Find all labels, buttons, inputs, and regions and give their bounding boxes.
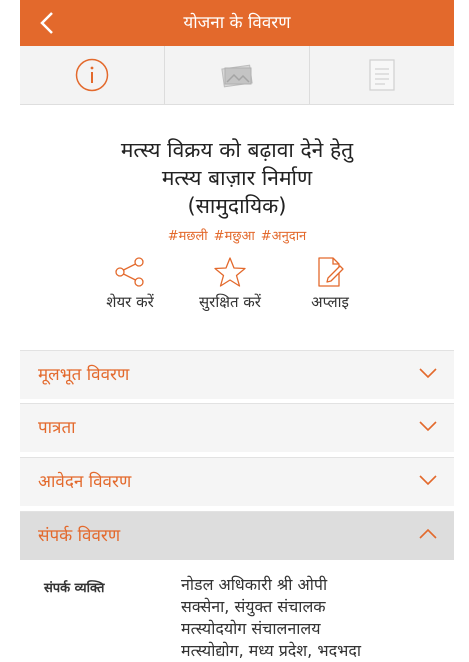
- accordion-contact-details[interactable]: संपर्क विवरण: [20, 511, 454, 560]
- contact-value-line: मत्स्योदयोग संचालनालय: [181, 619, 321, 638]
- chevron-down-icon: [419, 475, 437, 486]
- accordion-label: संपर्क विवरण: [38, 526, 121, 546]
- info-icon: [75, 58, 109, 92]
- page-title: योजना के विवरण: [183, 13, 291, 33]
- scheme-title-block: मत्स्य विक्रय को बढ़ावा देने हेतु मत्स्य…: [20, 136, 454, 244]
- star-icon: [214, 257, 246, 287]
- hashtag[interactable]: #अनुदान: [261, 226, 307, 244]
- save-label: सुरक्षित करें: [199, 293, 261, 311]
- top-app-bar: योजना के विवरण: [20, 0, 454, 46]
- share-label: शेयर करें: [106, 293, 154, 311]
- chevron-down-icon: [419, 421, 437, 432]
- save-button[interactable]: सुरक्षित करें: [180, 256, 280, 312]
- image-icon: [221, 64, 253, 88]
- hashtag-list: #मछली #मछुआ #अनुदान: [20, 226, 454, 244]
- apply-label: अप्लाइ: [311, 293, 349, 311]
- accordion-application-details[interactable]: आवेदन विवरण: [20, 457, 454, 506]
- apply-button[interactable]: अप्लाइ: [280, 256, 380, 312]
- chevron-down-icon: [419, 368, 437, 379]
- scheme-title-line: (सामुदायिक): [187, 194, 287, 218]
- accordion-label: पात्रता: [38, 418, 76, 438]
- hashtag[interactable]: #मछुआ: [214, 226, 255, 244]
- tab-bar: [20, 46, 454, 105]
- accordion-label: आवेदन विवरण: [38, 472, 132, 492]
- share-button[interactable]: शेयर करें: [80, 256, 180, 312]
- share-icon: [115, 257, 144, 287]
- tab-images[interactable]: [164, 46, 309, 104]
- action-row: शेयर करें सुरक्षित करें अप्लाइ: [80, 256, 380, 312]
- accordion-eligibility[interactable]: पात्रता: [20, 403, 454, 452]
- contact-value-line: सक्सेना, संयुक्त संचालक: [181, 597, 326, 616]
- hashtag[interactable]: #मछली: [168, 226, 208, 244]
- contact-person-label: संपर्क व्यक्ति: [44, 581, 105, 596]
- accordion-label: मूलभूत विवरण: [38, 365, 130, 385]
- tab-info[interactable]: [20, 46, 164, 104]
- chevron-up-icon: [419, 528, 437, 539]
- edit-document-icon: [318, 257, 344, 287]
- contact-value-line: नोडल अधिकारी श्री ओपी: [181, 575, 328, 594]
- contact-value-line: मत्स्योद्योग, मध्य प्रदेश, भदभदा: [181, 641, 361, 660]
- scheme-title-line: मत्स्य विक्रय को बढ़ावा देने हेतु: [120, 138, 354, 162]
- scheme-title-line: मत्स्य बाज़ार निर्माण: [161, 166, 313, 190]
- accordion-basic-details[interactable]: मूलभूत विवरण: [20, 350, 454, 399]
- tab-documents[interactable]: [309, 46, 454, 104]
- contact-person-value: नोडल अधिकारी श्री ओपी सक्सेना, संयुक्त स…: [181, 574, 451, 662]
- document-icon: [369, 59, 395, 91]
